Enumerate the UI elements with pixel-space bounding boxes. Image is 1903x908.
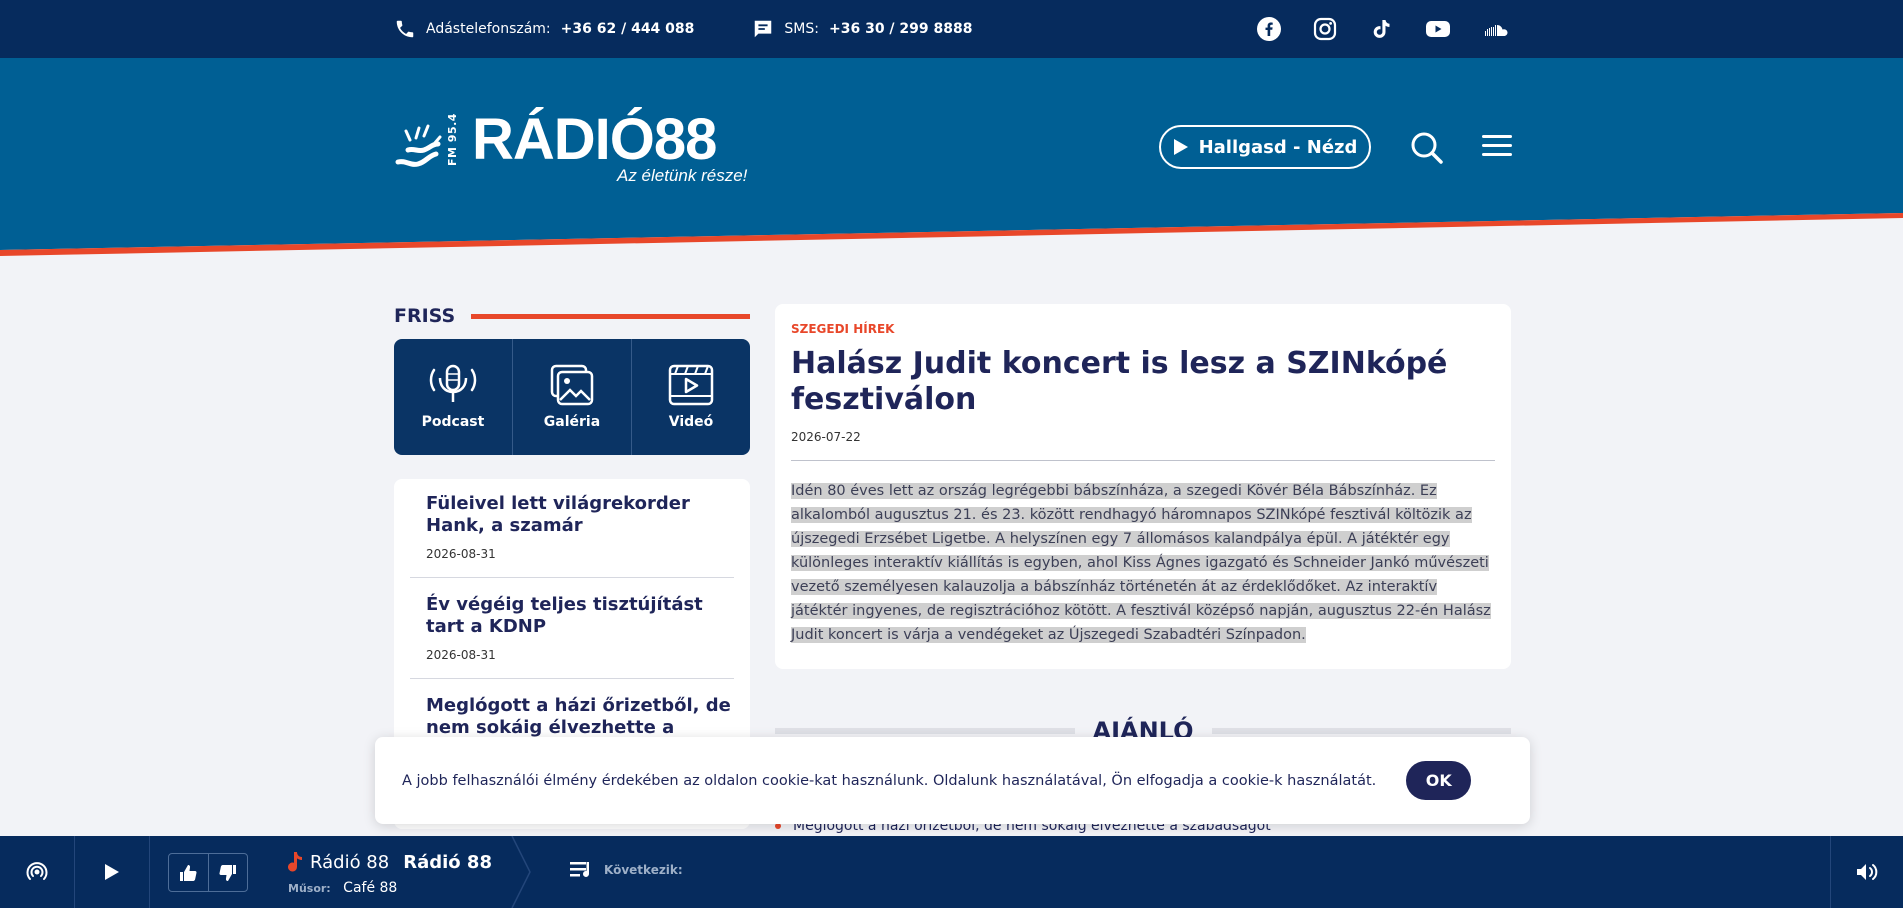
site-header [0, 58, 1903, 258]
media-video-label: Videó [668, 414, 714, 430]
media-video[interactable]: Videó [632, 339, 750, 455]
music-note-icon [288, 852, 302, 872]
news-date: 2026-08-31 [426, 648, 496, 662]
news-title[interactable]: Meglógott a házi őrizetből, de nem sokái… [426, 695, 734, 739]
media-shortcuts: Podcast Galéria Videó [394, 339, 750, 455]
article-body: Idén 80 éves lett az ország legrégebbi b… [791, 479, 1495, 647]
media-gallery[interactable]: Galéria [513, 339, 632, 455]
friss-title: FRISS [394, 305, 456, 327]
social-links [1257, 17, 1511, 41]
media-gallery-label: Galéria [543, 414, 601, 430]
broadcast-button[interactable] [0, 836, 74, 908]
listen-watch-button[interactable]: Hallgasd - Nézd [1159, 125, 1371, 169]
next-up-label: Következik: [604, 863, 683, 877]
station-name: Rádió 88 [310, 851, 390, 873]
logo-name: RÁDIÓ88 [472, 107, 717, 172]
cookie-banner: A jobb felhasználói élmény érdekében az … [375, 737, 1530, 824]
news-date: 2026-08-31 [426, 547, 496, 561]
logo-fm: FM 95.4 [446, 113, 459, 166]
recommend-divider-left [775, 728, 1075, 734]
news-item[interactable]: Füleivel lett világrekorder Hank, a szam… [410, 493, 734, 578]
current-show: Műsor: Café 88 [288, 880, 397, 896]
top-bar-inner: Adástelefonszám: +36 62 / 444 088 SMS: +… [394, 0, 1511, 58]
phone-label: Adástelefonszám: [426, 21, 551, 37]
header-background [0, 58, 1903, 256]
site-logo[interactable]: FM 95.4 RÁDIÓ88 Az életünk része! [394, 107, 754, 190]
friss-section-header: FRISS [394, 305, 750, 327]
article-title: Halász Judit koncert is lesz a SZINkópé … [791, 346, 1448, 417]
recommend-divider-right [1211, 728, 1512, 734]
phone-contact[interactable]: Adástelefonszám: +36 62 / 444 088 [394, 18, 694, 40]
logo-slogan: Az életünk része! [617, 166, 748, 185]
article-body-text: Idén 80 éves lett az ország legrégebbi b… [791, 483, 1491, 643]
show-label: Műsor: [288, 882, 331, 895]
chevron-right-icon [511, 836, 531, 908]
article-card: SZEGEDI HÍREK Halász Judit koncert is le… [775, 304, 1511, 669]
search-icon[interactable] [1410, 131, 1444, 165]
station-title: Rádió 88 [403, 851, 492, 873]
radio-player-bar: Rádió 88 Rádió 88 Műsor: Café 88 Követke… [0, 836, 1903, 908]
now-playing-station: Rádió 88 Rádió 88 [288, 851, 492, 873]
thumbs-down-icon [219, 864, 236, 881]
cookie-text: A jobb felhasználói élmény érdekében az … [402, 772, 1377, 789]
hamburger-menu-icon[interactable] [1482, 134, 1512, 158]
message-icon [755, 20, 772, 38]
thumbs-up-icon [180, 864, 197, 881]
sms-contact[interactable]: SMS: +36 30 / 299 8888 [752, 18, 972, 40]
vote-buttons [168, 853, 248, 892]
friss-divider [471, 313, 750, 319]
phone-number[interactable]: +36 62 / 444 088 [561, 21, 695, 37]
news-title[interactable]: Füleivel lett világrekorder Hank, a szam… [426, 493, 734, 537]
media-podcast[interactable]: Podcast [394, 339, 513, 455]
podcast-icon [429, 364, 477, 402]
news-item[interactable]: Év végéig teljes tisztújítást tart a KDN… [410, 594, 734, 679]
sms-label: SMS: [784, 21, 819, 37]
next-up: Következik: [570, 860, 683, 880]
article-date: 2026-07-22 [791, 430, 861, 444]
play-icon [1173, 139, 1188, 155]
article-category[interactable]: SZEGEDI HÍREK [791, 322, 1495, 336]
instagram-icon[interactable] [1313, 17, 1337, 41]
phone-icon [396, 20, 414, 38]
facebook-icon[interactable] [1257, 17, 1281, 41]
top-bar: Adástelefonszám: +36 62 / 444 088 SMS: +… [0, 0, 1903, 58]
tiktok-icon[interactable] [1369, 17, 1393, 41]
broadcast-icon [26, 862, 48, 880]
player-play-button[interactable] [75, 836, 149, 908]
volume-icon [1857, 864, 1878, 880]
gallery-icon [550, 364, 594, 406]
playlist-icon [570, 862, 589, 877]
soundcloud-icon[interactable] [1483, 17, 1511, 41]
sms-number[interactable]: +36 30 / 299 8888 [829, 21, 973, 37]
show-name: Café 88 [343, 880, 398, 896]
article-divider [791, 460, 1495, 461]
play-icon [105, 864, 119, 880]
listen-watch-label: Hallgasd - Nézd [1198, 136, 1358, 158]
video-icon [668, 364, 714, 406]
dislike-button[interactable] [209, 854, 248, 891]
news-title[interactable]: Év végéig teljes tisztújítást tart a KDN… [426, 594, 734, 638]
like-button[interactable] [169, 854, 209, 891]
cookie-ok-button[interactable]: OK [1406, 761, 1472, 800]
player-divider [149, 836, 150, 908]
youtube-icon[interactable] [1425, 17, 1451, 41]
media-podcast-label: Podcast [421, 414, 485, 430]
volume-button[interactable] [1831, 836, 1903, 908]
